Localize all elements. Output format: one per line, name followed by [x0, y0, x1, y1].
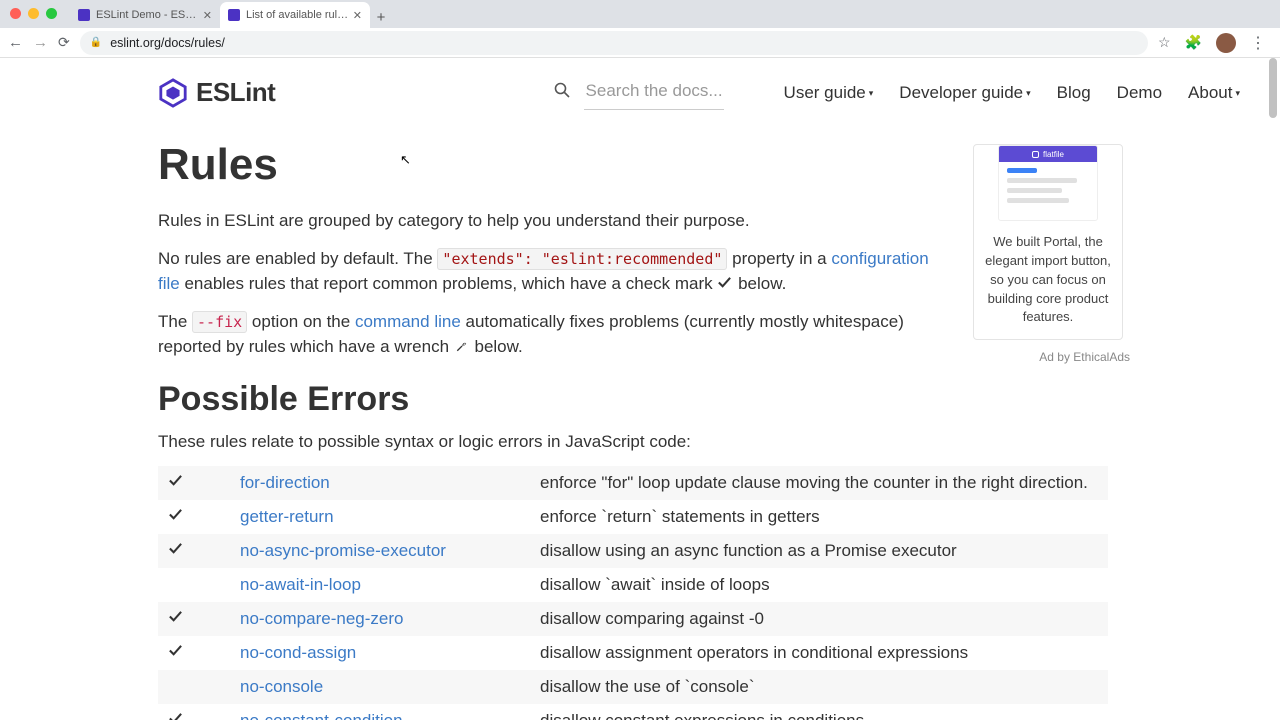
chevron-down-icon: ▾ — [869, 88, 874, 99]
search-icon[interactable] — [554, 82, 570, 103]
eslint-logo-icon — [158, 78, 188, 108]
rule-link[interactable]: no-compare-neg-zero — [240, 609, 403, 628]
nav-user-guide[interactable]: User guide▾ — [784, 83, 874, 103]
search-input[interactable] — [584, 75, 724, 110]
browser-tabbar: ESLint Demo - ESLint - Plugga ✕ List of … — [0, 0, 1280, 28]
close-window-icon[interactable] — [10, 8, 21, 19]
favicon-icon — [78, 9, 90, 21]
check-icon — [168, 711, 183, 720]
rule-name-cell: getter-return — [240, 507, 540, 527]
ad-text: We built Portal, the elegant import butt… — [974, 221, 1122, 327]
rule-name-cell: for-direction — [240, 473, 540, 493]
recommended-cell — [158, 473, 240, 493]
ad-brand: flatfile — [1043, 150, 1064, 159]
section-desc: These rules relate to possible syntax or… — [158, 429, 938, 455]
rule-name-cell: no-await-in-loop — [240, 575, 540, 595]
link-command-line[interactable]: command line — [355, 312, 461, 331]
reload-button[interactable]: ⟳ — [58, 34, 70, 51]
logo-text: ESLint — [196, 77, 275, 108]
browser-tab[interactable]: ESLint Demo - ESLint - Plugga ✕ — [70, 2, 220, 28]
rule-link[interactable]: no-async-promise-executor — [240, 541, 446, 560]
intro-paragraph: Rules in ESLint are grouped by category … — [158, 208, 938, 234]
rule-name-cell: no-async-promise-executor — [240, 541, 540, 561]
address-bar[interactable]: 🔒 eslint.org/docs/rules/ — [80, 31, 1148, 55]
recommended-cell — [158, 609, 240, 629]
rule-name-cell: no-constant-condition — [240, 711, 540, 720]
sponsor-ad[interactable]: flatfile We built Portal, the elegant im… — [973, 144, 1123, 340]
url-text: eslint.org/docs/rules/ — [110, 36, 225, 50]
scrollbar[interactable] — [1267, 58, 1279, 720]
code-fix: --fix — [192, 311, 247, 333]
check-icon — [168, 507, 183, 526]
back-button[interactable]: ← — [8, 34, 23, 51]
text: No rules are enabled by default. The — [158, 249, 437, 268]
extensions-icon[interactable]: 🧩 — [1185, 34, 1202, 51]
tab-title: ESLint Demo - ESLint - Plugga — [96, 9, 199, 21]
paragraph-fix: The --fix option on the command line aut… — [158, 309, 938, 360]
check-icon — [717, 272, 733, 286]
rule-link[interactable]: getter-return — [240, 507, 334, 526]
text: The — [158, 312, 192, 331]
scrollbar-thumb[interactable] — [1269, 58, 1277, 118]
page-title: Rules — [158, 140, 938, 190]
ad-credit[interactable]: Ad by EthicalAds — [948, 350, 1130, 364]
rule-link[interactable]: no-constant-condition — [240, 711, 403, 720]
recommended-cell — [158, 643, 240, 663]
wrench-icon — [454, 336, 470, 352]
site-logo[interactable]: ESLint — [158, 77, 275, 108]
text: below. — [470, 337, 523, 356]
browser-toolbar: ← → ⟳ 🔒 eslint.org/docs/rules/ ☆ 🧩 ⋮ — [0, 28, 1280, 58]
chevron-down-icon: ▾ — [1235, 88, 1240, 99]
minimize-window-icon[interactable] — [28, 8, 39, 19]
text: property in a — [727, 249, 831, 268]
nav-about[interactable]: About▾ — [1188, 83, 1240, 103]
nav-label: Developer guide — [899, 83, 1023, 103]
nav-demo[interactable]: Demo — [1117, 83, 1162, 103]
close-tab-icon[interactable]: ✕ — [203, 9, 212, 22]
tab-title: List of available rules - ESLint — [246, 9, 349, 21]
check-icon — [168, 541, 183, 560]
chevron-down-icon: ▾ — [1026, 88, 1031, 99]
check-icon — [168, 609, 183, 628]
menu-icon[interactable]: ⋮ — [1250, 33, 1266, 53]
section-title-possible-errors: Possible Errors — [158, 380, 938, 419]
recommended-cell — [158, 541, 240, 561]
ad-logo-icon — [1032, 151, 1039, 158]
rule-name-cell: no-cond-assign — [240, 643, 540, 663]
rule-name-cell: no-console — [240, 677, 540, 697]
rule-link[interactable]: no-cond-assign — [240, 643, 356, 662]
recommended-cell — [158, 711, 240, 720]
recommended-cell — [158, 507, 240, 527]
profile-avatar[interactable] — [1216, 33, 1236, 53]
text: below. — [733, 274, 786, 293]
new-tab-button[interactable]: + — [370, 6, 392, 28]
code-extends: "extends": "eslint:recommended" — [437, 248, 727, 270]
rule-link[interactable]: no-console — [240, 677, 323, 696]
window-controls — [10, 8, 57, 19]
text: option on the — [247, 312, 355, 331]
nav-developer-guide[interactable]: Developer guide▾ — [899, 83, 1030, 103]
bookmark-icon[interactable]: ☆ — [1158, 34, 1171, 51]
rule-link[interactable]: no-await-in-loop — [240, 575, 361, 594]
close-tab-icon[interactable]: ✕ — [353, 9, 362, 22]
nav-label: User guide — [784, 83, 866, 103]
nav-label: About — [1188, 83, 1232, 103]
maximize-window-icon[interactable] — [46, 8, 57, 19]
check-icon — [168, 643, 183, 662]
rule-name-cell: no-compare-neg-zero — [240, 609, 540, 629]
check-icon — [168, 473, 183, 492]
ad-image: flatfile — [998, 145, 1098, 221]
browser-tab[interactable]: List of available rules - ESLint ✕ — [220, 2, 370, 28]
favicon-icon — [228, 9, 240, 21]
paragraph-extends: No rules are enabled by default. The "ex… — [158, 246, 938, 297]
lock-icon: 🔒 — [90, 37, 102, 48]
forward-button[interactable]: → — [33, 34, 48, 51]
rule-link[interactable]: for-direction — [240, 473, 330, 492]
nav-blog[interactable]: Blog — [1057, 83, 1091, 103]
text: enables rules that report common problem… — [180, 274, 718, 293]
